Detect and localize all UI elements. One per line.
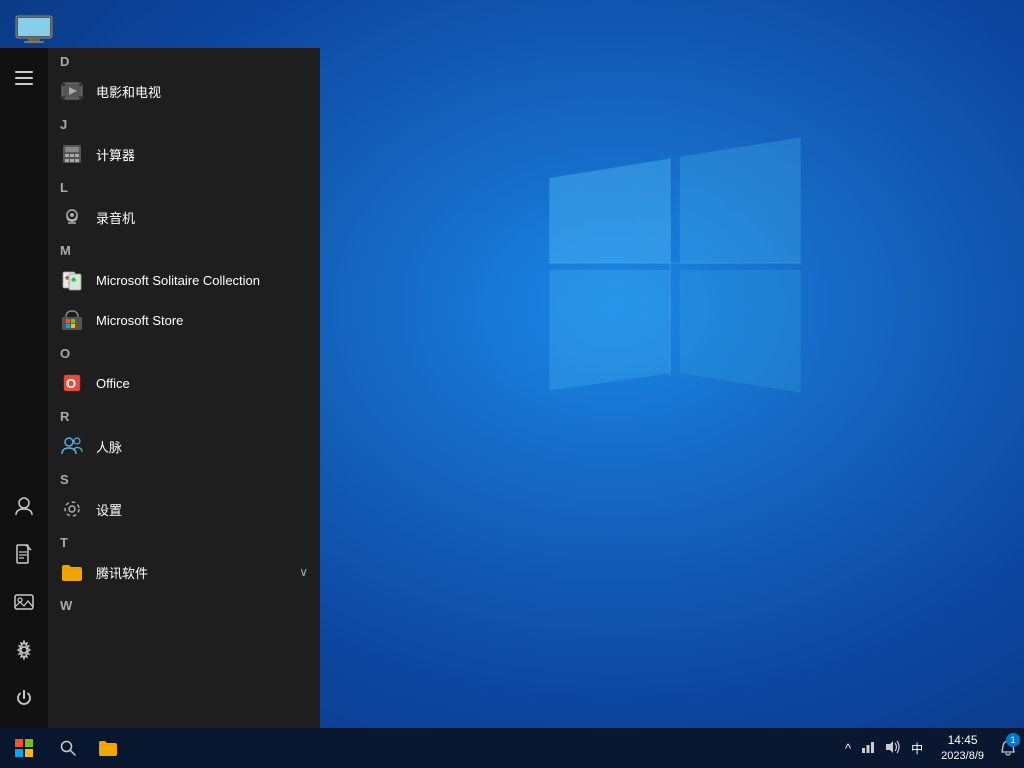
start-menu-sidebar [0,48,48,728]
movie-icon [60,79,84,103]
solitaire-icon: ♠ ♥ ♣ [60,268,84,292]
start-menu-app-list: D 电影和电视 J [48,48,320,728]
tray-ime-icon[interactable]: 中 [909,738,925,759]
svg-text:O: O [66,376,76,391]
app-label-settings: 设置 [96,500,122,519]
section-letter-t: T [48,529,320,552]
app-item-solitaire[interactable]: ♠ ♥ ♣ Microsoft Solitaire Collection [48,260,320,300]
office-icon: O [60,371,84,395]
settings-sidebar-icon[interactable] [0,628,48,672]
app-item-recorder[interactable]: 录音机 [48,197,320,237]
settings-icon [60,497,84,521]
section-letter-w: W [48,592,320,615]
svg-text:♣: ♣ [71,275,77,284]
hamburger-menu-icon[interactable] [0,56,48,100]
tray-network-icon[interactable] [859,738,877,759]
section-letter-s: S [48,466,320,489]
notification-badge: 1 [1006,733,1020,747]
windows-logo [530,120,820,410]
section-letter-r: R [48,403,320,426]
section-letter-o: O [48,340,320,363]
section-letter-j: J [48,111,320,134]
app-item-movies[interactable]: 电影和电视 [48,71,320,111]
section-letter-l: L [48,174,320,197]
taskbar-file-explorer-button[interactable] [88,728,128,768]
app-label-solitaire: Microsoft Solitaire Collection [96,273,260,288]
photos-sidebar-icon[interactable] [0,580,48,624]
app-item-calculator[interactable]: 计算器 [48,134,320,174]
people-icon [60,434,84,458]
tray-volume-icon[interactable] [883,738,903,759]
taskbar: ^ 中 14:45 2023/8/9 1 [0,728,1024,768]
app-label-movies: 电影和电视 [96,82,161,101]
section-letter-d: D [48,48,320,71]
tray-expand-icon[interactable]: ^ [843,739,853,758]
recorder-icon [60,205,84,229]
app-label-store: Microsoft Store [96,313,183,328]
taskbar-search-button[interactable] [48,728,88,768]
app-label-office: Office [96,376,130,391]
section-letter-m: M [48,237,320,260]
store-icon [60,308,84,332]
start-button[interactable] [0,728,48,768]
taskbar-clock[interactable]: 14:45 2023/8/9 [933,733,992,763]
app-label-people: 人脉 [96,437,122,456]
app-label-tencent: 腾讯软件 [96,563,148,582]
calculator-icon [60,142,84,166]
tencent-folder-icon [60,560,84,584]
clock-date: 2023/8/9 [941,749,984,763]
app-label-recorder: 录音机 [96,208,135,227]
taskbar-tray: ^ 中 [835,738,933,759]
app-list-scroll[interactable]: D 电影和电视 J [48,48,320,728]
app-item-tencent[interactable]: 腾讯软件 ∨ [48,552,320,592]
user-sidebar-icon[interactable] [0,484,48,528]
power-sidebar-icon[interactable] [0,676,48,720]
app-item-people[interactable]: 人脉 [48,426,320,466]
app-label-calculator: 计算器 [96,145,135,164]
clock-time: 14:45 [948,733,978,749]
taskbar-notification-button[interactable]: 1 [992,728,1024,768]
document-sidebar-icon[interactable] [0,532,48,576]
app-item-store[interactable]: Microsoft Store [48,300,320,340]
app-item-settings[interactable]: 设置 [48,489,320,529]
app-item-office[interactable]: O Office [48,363,320,403]
folder-expand-icon: ∨ [299,565,308,579]
